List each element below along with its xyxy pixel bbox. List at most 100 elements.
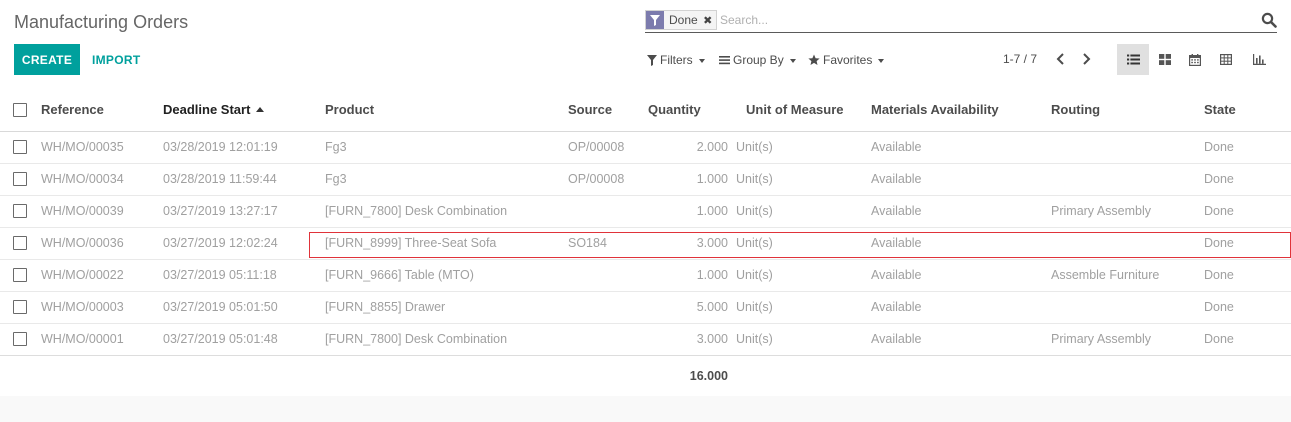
- favorites-dropdown[interactable]: Favorites: [808, 52, 885, 68]
- cell-deadline: 03/27/2019 05:01:50: [163, 290, 325, 323]
- cell-source: [568, 322, 648, 355]
- column-header-routing[interactable]: Routing: [1051, 88, 1204, 132]
- column-header-product[interactable]: Product: [325, 88, 568, 132]
- pager-value[interactable]: 1-7 / 7: [1003, 52, 1037, 66]
- row-checkbox[interactable]: [0, 322, 41, 355]
- control-panel: Manufacturing Orders CREATE IMPORT Done …: [0, 0, 1291, 88]
- column-header-unit-of-measure[interactable]: Unit of Measure: [728, 88, 871, 132]
- footer-cell: [325, 354, 568, 396]
- kanban-view-icon[interactable]: [1149, 44, 1181, 75]
- row-checkbox[interactable]: [0, 290, 41, 323]
- row-checkbox[interactable]: [0, 258, 41, 291]
- cell-state: Done: [1204, 140, 1234, 154]
- cell-routing: [1051, 226, 1204, 259]
- caret-down-icon: [789, 58, 796, 63]
- checkbox-icon[interactable]: [13, 172, 27, 187]
- cell-state: Done: [1204, 194, 1291, 227]
- star-icon: [808, 54, 820, 65]
- search-input[interactable]: [720, 11, 1240, 29]
- graph-view-icon[interactable]: [1243, 44, 1275, 75]
- column-header-deadline-start[interactable]: Deadline Start: [163, 88, 325, 132]
- cell-product: Fg3: [325, 162, 568, 195]
- checkbox-icon[interactable]: [13, 236, 27, 251]
- cell-reference: WH/MO/00036: [41, 226, 163, 259]
- column-header-source[interactable]: Source: [568, 88, 648, 132]
- pager-next-icon[interactable]: [1079, 51, 1093, 67]
- select-all-checkbox[interactable]: [0, 88, 41, 132]
- cell-state: Done: [1204, 226, 1291, 259]
- footer-cell: [1204, 354, 1291, 396]
- checkbox-icon[interactable]: [13, 204, 27, 219]
- cell-routing: Primary Assembly: [1051, 194, 1204, 227]
- cell-availability: Available: [871, 194, 1051, 227]
- favorites-label: Favorites: [823, 53, 873, 67]
- cell-uom: Unit(s): [728, 322, 871, 355]
- groupby-dropdown[interactable]: Group By: [719, 52, 796, 68]
- calendar-view-icon[interactable]: [1179, 44, 1211, 75]
- create-button[interactable]: CREATE: [14, 44, 80, 75]
- import-button[interactable]: IMPORT: [92, 44, 140, 75]
- cell-reference: WH/MO/00034: [41, 162, 163, 195]
- cell-state: Done: [1204, 322, 1291, 355]
- facet-remove-icon[interactable]: ✖: [702, 11, 714, 29]
- cell-quantity: 1.000: [648, 162, 728, 195]
- cell-quantity: 2.000: [696, 140, 728, 154]
- cell-quantity: 3.000: [648, 322, 728, 355]
- cell-deadline: 03/27/2019 13:27:17: [163, 194, 325, 227]
- row-checkbox[interactable]: [0, 194, 41, 227]
- row-checkbox[interactable]: [0, 226, 41, 259]
- filters-dropdown[interactable]: Filters: [647, 52, 705, 68]
- table-footer-row: 16.000: [0, 354, 1291, 396]
- quantity-total: 16.000: [648, 354, 728, 396]
- table-row[interactable]: WH/MO/00039 03/27/2019 13:27:17 [FURN_78…: [0, 194, 1291, 227]
- cell-availability: Available: [871, 226, 1051, 259]
- pivot-view-icon[interactable]: [1210, 44, 1242, 75]
- table-row[interactable]: WH/MO/00003 03/27/2019 05:01:50 [FURN_88…: [0, 290, 1291, 323]
- cell-deadline: 03/28/2019 12:01:19: [163, 140, 278, 154]
- cell-uom: Unit(s): [728, 258, 871, 291]
- cell-source: [568, 290, 648, 323]
- checkbox-icon[interactable]: [13, 140, 27, 155]
- cell-quantity: 5.000: [648, 290, 728, 323]
- column-header-state[interactable]: State: [1204, 88, 1291, 132]
- cell-routing: [1051, 162, 1204, 195]
- filters-label: Filters: [660, 53, 693, 67]
- cell-state: Done: [1204, 290, 1291, 323]
- column-header-reference[interactable]: Reference: [41, 88, 163, 132]
- cell-quantity: 3.000: [648, 226, 728, 259]
- checkbox-icon[interactable]: [13, 268, 27, 283]
- table-row[interactable]: WH/MO/00035 03/28/2019 12:01:19 Fg3 OP/0…: [0, 131, 1291, 163]
- cell-routing: Primary Assembly: [1051, 322, 1204, 355]
- cell-source: OP/00008: [568, 162, 648, 195]
- table-row[interactable]: WH/MO/00022 03/27/2019 05:11:18 [FURN_96…: [0, 258, 1291, 291]
- search-facet-done[interactable]: Done ✖: [645, 10, 717, 30]
- cell-uom: Unit(s): [728, 226, 871, 259]
- checkbox-icon[interactable]: [13, 332, 27, 347]
- cell-availability: Available: [871, 162, 1051, 195]
- cell-routing: [1051, 290, 1204, 323]
- row-checkbox[interactable]: [0, 162, 41, 195]
- checkbox-icon[interactable]: [13, 300, 27, 315]
- facet-value: Done: [669, 13, 698, 27]
- cell-quantity: 1.000: [648, 194, 728, 227]
- sort-ascending-icon: [256, 106, 265, 112]
- cell-source: [568, 258, 648, 291]
- column-header-materials-availability[interactable]: Materials Availability: [871, 88, 1051, 132]
- table-row[interactable]: WH/MO/00034 03/28/2019 11:59:44 Fg3 OP/0…: [0, 162, 1291, 195]
- cell-reference: WH/MO/00003: [41, 290, 163, 323]
- cell-source: [568, 194, 648, 227]
- search-icon[interactable]: [1261, 12, 1277, 28]
- cell-availability: Available: [871, 290, 1051, 323]
- cell-availability: Available: [871, 140, 922, 154]
- row-checkbox[interactable]: [0, 131, 41, 163]
- column-header-quantity[interactable]: Quantity: [648, 88, 728, 132]
- cell-reference: WH/MO/00001: [41, 322, 163, 355]
- pager-previous-icon[interactable]: [1053, 51, 1067, 67]
- checkbox-icon[interactable]: [13, 103, 27, 118]
- cell-source: OP/00008: [568, 140, 625, 154]
- cell-quantity: 1.000: [648, 258, 728, 291]
- table-row[interactable]: WH/MO/00001 03/27/2019 05:01:48 [FURN_78…: [0, 322, 1291, 355]
- list-view-icon[interactable]: [1117, 44, 1149, 75]
- cell-routing: Assemble Furniture: [1051, 258, 1204, 291]
- table-row[interactable]: WH/MO/00036 03/27/2019 12:02:24 [FURN_89…: [0, 226, 1291, 259]
